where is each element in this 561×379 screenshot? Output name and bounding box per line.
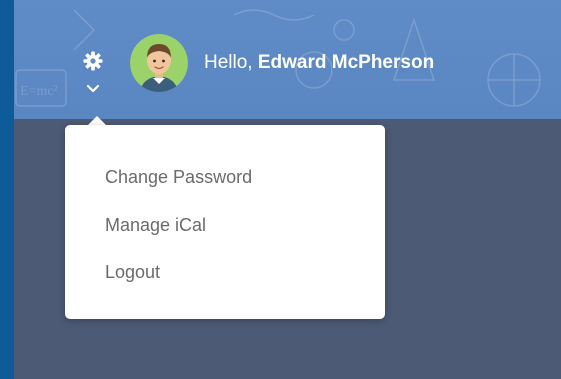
user-name: Edward McPherson (257, 52, 435, 73)
user-menu-dropdown: Change Password Manage iCal Logout (65, 125, 385, 319)
greeting: Hello, Edward McPherson (204, 51, 434, 75)
greeting-prefix: Hello, (204, 52, 258, 73)
left-edge (0, 0, 14, 379)
gear-icon[interactable] (83, 51, 103, 71)
svg-text:E=mc²: E=mc² (20, 84, 58, 99)
avatar[interactable] (130, 34, 188, 92)
user-avatar-icon (130, 34, 188, 92)
menu-item-change-password[interactable]: Change Password (105, 165, 252, 189)
menu-item-logout[interactable]: Logout (105, 260, 160, 284)
chevron-down-icon[interactable] (86, 84, 100, 94)
menu-item-manage-ical[interactable]: Manage iCal (105, 213, 206, 237)
